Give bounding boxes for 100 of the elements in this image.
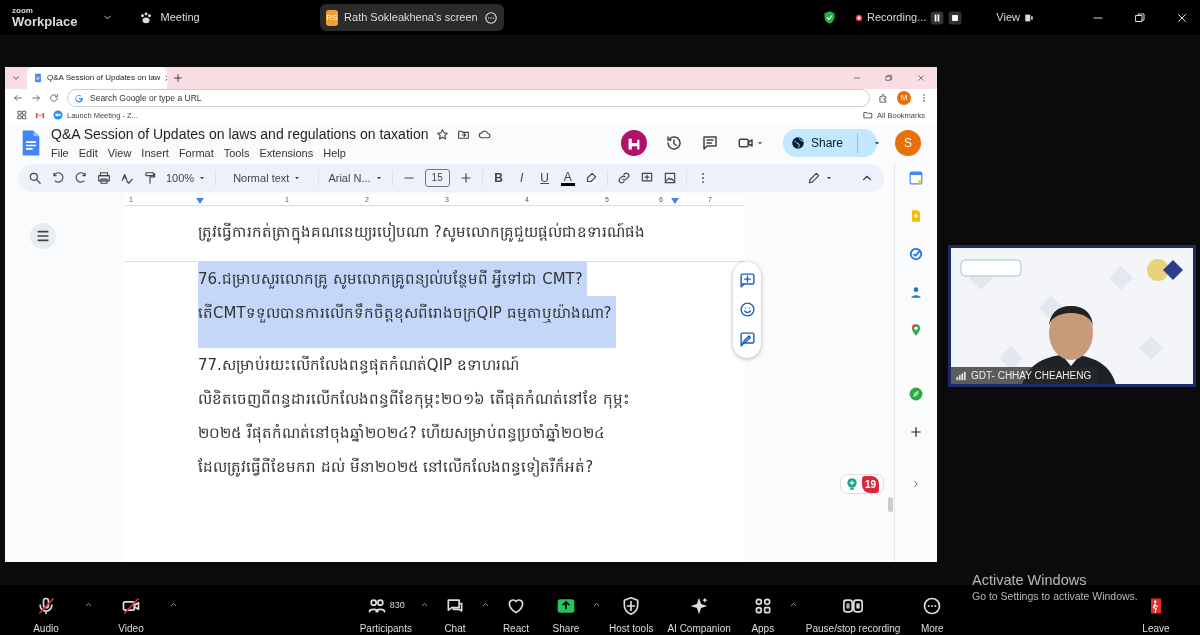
forward-icon[interactable] bbox=[31, 93, 41, 104]
apps-button[interactable]: Apps bbox=[738, 594, 787, 635]
editing-mode-select[interactable] bbox=[807, 171, 833, 185]
leaf-icon[interactable] bbox=[908, 387, 923, 401]
plus-icon[interactable] bbox=[908, 425, 923, 439]
image-icon[interactable] bbox=[662, 171, 677, 185]
link-icon[interactable] bbox=[616, 171, 631, 185]
options-caret-button[interactable] bbox=[419, 600, 429, 609]
scrollbar-thumb[interactable] bbox=[888, 497, 893, 512]
more-button[interactable]: More bbox=[908, 594, 957, 635]
menu-item[interactable]: Extensions bbox=[259, 145, 314, 162]
spellcheck-icon[interactable] bbox=[120, 171, 134, 185]
font-size-field[interactable]: 15 bbox=[424, 169, 450, 187]
menu-item[interactable]: Help bbox=[323, 145, 346, 162]
notification-widget[interactable]: 19 bbox=[840, 474, 885, 494]
bold-button[interactable]: B bbox=[491, 169, 506, 187]
document-title[interactable]: Q&A Session of Updates on laws and regulations on taxation bbox=[51, 124, 429, 146]
italic-button[interactable]: I bbox=[514, 169, 529, 187]
options-caret-button[interactable] bbox=[788, 600, 798, 609]
add-comment-icon[interactable] bbox=[738, 272, 756, 290]
participants-button[interactable]: 830 Participants bbox=[353, 594, 418, 635]
apps-grid-icon[interactable] bbox=[17, 110, 27, 121]
caret-up-icon bbox=[788, 600, 798, 609]
redo-icon[interactable] bbox=[74, 171, 88, 185]
pause-icon[interactable] bbox=[930, 10, 945, 25]
participant-count: 830 bbox=[389, 599, 405, 613]
menu-item[interactable]: Edit bbox=[78, 145, 98, 162]
paw-icon[interactable] bbox=[138, 10, 153, 25]
menu-item[interactable]: Insert bbox=[141, 145, 169, 162]
document-text-line: ត្រូវធ្វើការកត់ត្រាក្នុងគណនេយ្យរបៀបណា ?សូមលោកគ្រូជួយផ្តល់ជាឧទារណ៍ផង bbox=[198, 215, 649, 249]
font-select[interactable]: Arial N... bbox=[328, 169, 383, 187]
style-select[interactable]: Normal text bbox=[233, 169, 302, 187]
search-icon[interactable] bbox=[28, 171, 42, 185]
indent-marker-icon[interactable] bbox=[196, 198, 204, 204]
star-icon[interactable] bbox=[436, 128, 450, 142]
pencil-icon bbox=[807, 171, 821, 185]
browser-tab[interactable]: Q&A Session of Updates on law bbox=[27, 67, 167, 89]
more-icon[interactable] bbox=[483, 10, 498, 25]
suggest-edit-icon[interactable] bbox=[738, 330, 756, 348]
plus-icon[interactable] bbox=[458, 171, 473, 185]
close-icon[interactable] bbox=[1176, 11, 1188, 24]
restore-icon[interactable] bbox=[1134, 11, 1146, 24]
docs-icon[interactable] bbox=[21, 129, 41, 158]
globe-icon bbox=[791, 136, 805, 151]
video-tile[interactable]: GDT- CHHAY CHEAHENG bbox=[948, 245, 1196, 387]
react-button[interactable]: React bbox=[491, 594, 540, 635]
options-caret-button[interactable] bbox=[591, 600, 601, 609]
calendar-icon[interactable] bbox=[908, 171, 923, 185]
host-button[interactable]: Host tools bbox=[602, 594, 660, 635]
text-color-button[interactable]: A bbox=[560, 170, 575, 186]
comments-icon[interactable] bbox=[701, 134, 719, 153]
options-caret-button[interactable] bbox=[169, 600, 178, 609]
emoji-icon[interactable] bbox=[738, 301, 756, 319]
undo-icon[interactable] bbox=[51, 171, 65, 185]
plus-icon[interactable] bbox=[173, 73, 183, 83]
back-icon[interactable] bbox=[13, 93, 23, 104]
contacts-icon[interactable] bbox=[908, 285, 923, 299]
caret-up-icon bbox=[169, 600, 178, 609]
avatar-icon[interactable] bbox=[621, 130, 647, 157]
highlighter-icon[interactable] bbox=[583, 171, 598, 185]
reload-icon[interactable] bbox=[49, 93, 59, 104]
document-text-line: ២០២៥ រឺផុតកំណត់នៅចុងឆ្នាំ២០២៤? ហើយសម្រាប់ពន្ធប្រចាំឆ្នាំ២០២៤ bbox=[198, 422, 607, 445]
underline-button[interactable]: U bbox=[537, 169, 552, 187]
sparkle-icon bbox=[689, 596, 710, 616]
menu-item[interactable]: File bbox=[51, 145, 69, 162]
menu-item[interactable]: Tools bbox=[223, 145, 250, 162]
share-button[interactable]: Share bbox=[541, 594, 590, 635]
mail-icon[interactable] bbox=[35, 110, 45, 121]
move-folder-icon[interactable] bbox=[457, 128, 471, 142]
ai-button[interactable]: AI Companion bbox=[661, 594, 737, 635]
logo-wordmark: zoom bbox=[12, 7, 34, 15]
notification-count: 19 bbox=[862, 475, 880, 493]
view-label[interactable]: View bbox=[996, 9, 1020, 26]
caret-down-icon bbox=[198, 174, 207, 182]
audio-button[interactable]: Audio bbox=[22, 594, 70, 635]
tab-list-icon[interactable] bbox=[11, 73, 21, 83]
video-button[interactable]: Video bbox=[107, 594, 155, 635]
zoom-select[interactable]: 100% bbox=[166, 169, 207, 187]
share-button[interactable]: Share bbox=[783, 129, 877, 158]
outline-icon[interactable] bbox=[30, 223, 56, 249]
product-name: Workplace bbox=[12, 15, 78, 28]
recording-label: Recording... bbox=[867, 10, 927, 26]
history-icon[interactable] bbox=[665, 134, 683, 153]
extensions-icon[interactable] bbox=[878, 92, 889, 104]
indent-marker-icon[interactable] bbox=[671, 198, 679, 204]
screen-share-tag[interactable]: RS Rath Sokleakhena's screen bbox=[319, 4, 504, 31]
options-caret-button[interactable] bbox=[84, 600, 93, 609]
menu-item[interactable]: View bbox=[107, 145, 132, 162]
options-caret-button[interactable] bbox=[480, 600, 490, 609]
menu-item[interactable]: Format bbox=[178, 145, 214, 162]
meeting-label[interactable]: Meeting bbox=[160, 9, 200, 26]
paint-format-icon[interactable] bbox=[143, 171, 157, 185]
tasks-icon[interactable] bbox=[908, 247, 923, 261]
record-button[interactable]: Pause/stop recording bbox=[799, 594, 907, 635]
add-comment-icon[interactable] bbox=[639, 171, 654, 185]
stop-icon[interactable] bbox=[948, 10, 963, 25]
chat-button[interactable]: Chat bbox=[430, 594, 479, 635]
caret-up-icon bbox=[591, 600, 601, 609]
view-layout-icon[interactable] bbox=[1024, 12, 1034, 23]
print-icon[interactable] bbox=[97, 171, 111, 185]
